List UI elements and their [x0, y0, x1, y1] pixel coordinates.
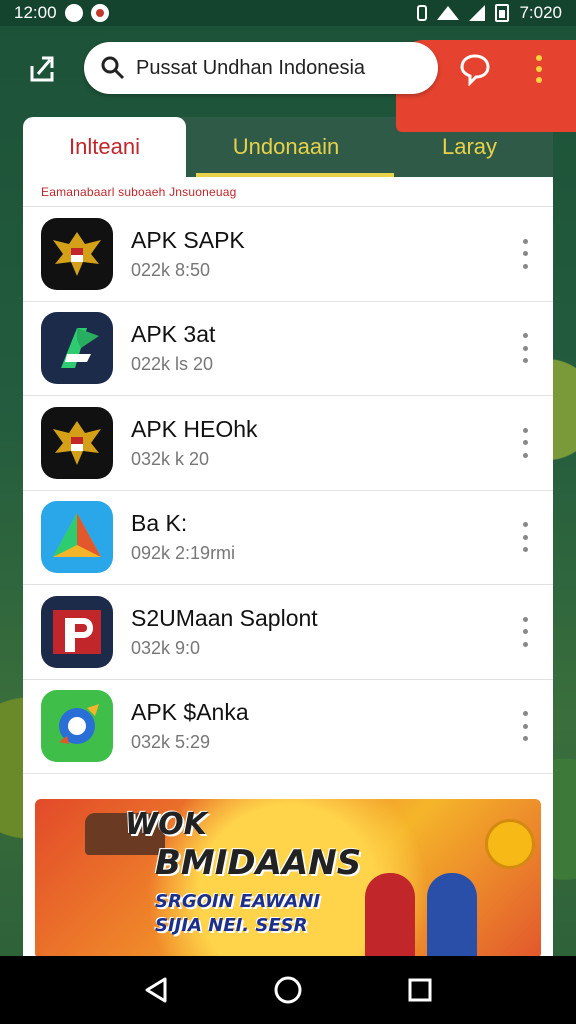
item-more-button[interactable]: [519, 616, 531, 647]
tab-undonaain[interactable]: Undonaain: [186, 117, 394, 177]
rocket-badge-icon: [41, 690, 113, 763]
back-button[interactable]: [141, 975, 171, 1005]
top-app-bar: Pussat Undhan Indonesia: [0, 26, 576, 132]
shield-notification-icon: [64, 4, 83, 22]
app-name: Ba K:: [131, 510, 188, 537]
item-more-button[interactable]: [519, 711, 531, 742]
promo-banner[interactable]: WOK BMIDAANS SRGOIN EAWANI SIJIA NEI. SE…: [35, 799, 541, 959]
app-meta: 032k 9:0: [131, 637, 201, 658]
item-more-button[interactable]: [519, 522, 531, 553]
search-icon: [101, 56, 125, 80]
share-icon: [30, 56, 54, 82]
list-item[interactable]: APK $Anka 032k 5:29: [23, 680, 553, 774]
list-item[interactable]: APK SAPK 022k 8:50: [23, 207, 553, 302]
recents-button[interactable]: [405, 975, 435, 1005]
wifi-icon: [437, 6, 460, 20]
green-a-logo-icon: [41, 312, 113, 385]
list-item[interactable]: APK 3at 022k ls 20: [23, 302, 553, 396]
app-name: APK SAPK: [131, 226, 245, 253]
banner-line-2: BMIDAANS: [155, 843, 362, 883]
app-meta: 022k ls 20: [131, 354, 214, 375]
more-vert-dot: [536, 77, 542, 83]
app-notification-icon: [90, 4, 109, 22]
fruit-illustration: [485, 819, 535, 869]
main-card: Inlteani Undonaain Laray Eamanabaarl sub…: [23, 117, 553, 959]
list-item[interactable]: APK HEOhk 032k k 20: [23, 396, 553, 491]
search-query: Pussat Undhan Indonesia: [136, 56, 366, 79]
battery-icon: [495, 4, 510, 22]
system-nav-bar: [0, 956, 576, 1024]
home-button[interactable]: [273, 975, 303, 1005]
garuda-emblem-icon: [41, 217, 113, 290]
back-triangle-icon: [145, 977, 167, 1003]
app-meta: 022k 8:50: [131, 259, 211, 280]
list-item[interactable]: S2UMaan Saplont 032k 9:0: [23, 585, 553, 680]
chat-button[interactable]: [454, 48, 496, 90]
colorful-triangle-icon: [41, 501, 113, 574]
app-meta: 092k 2:19rmi: [131, 543, 236, 564]
section-heading: Eamanabaarl suboaeh Jnsuoneuag: [23, 177, 553, 207]
item-more-button[interactable]: [519, 238, 531, 269]
item-more-button[interactable]: [519, 427, 531, 458]
app-name: APK $Anka: [131, 699, 249, 726]
share-button[interactable]: [22, 48, 62, 88]
more-vert-dot: [536, 66, 542, 72]
more-vert-icon: [536, 55, 542, 61]
tab-inlteani[interactable]: Inlteani: [23, 117, 186, 177]
app-meta: 032k 5:29: [131, 732, 211, 753]
banner-line-3: SRGOIN EAWANI: [155, 891, 321, 912]
item-more-button[interactable]: [519, 333, 531, 364]
search-bar[interactable]: Pussat Undhan Indonesia: [84, 42, 438, 94]
app-name: APK HEOhk: [131, 415, 258, 442]
app-list: APK SAPK 022k 8:50 APK 3at 022k ls 20 AP…: [23, 207, 553, 774]
home-circle-icon: [274, 976, 302, 1004]
overflow-menu-button[interactable]: [522, 48, 556, 90]
status-clock: 7:020: [519, 3, 562, 22]
app-name: S2UMaan Saplont: [131, 604, 318, 631]
person-illustration: [365, 873, 415, 959]
bluetooth-icon: [417, 5, 428, 21]
app-name: APK 3at: [131, 321, 216, 348]
banner-line-1: WOK: [125, 807, 207, 842]
garuda-emblem-icon: [41, 406, 113, 479]
recents-square-icon: [408, 978, 432, 1002]
banner-line-4: SIJIA NEI. SESR: [155, 915, 308, 936]
status-bar: 12:00 7:020: [0, 0, 576, 26]
status-time: 12:00: [14, 3, 57, 22]
signal-icon: [469, 5, 486, 21]
list-item[interactable]: Ba K: 092k 2:19rmi: [23, 491, 553, 585]
chat-bubble-icon: [460, 54, 490, 86]
person-illustration: [427, 873, 477, 959]
red-p-document-icon: [41, 595, 113, 668]
app-meta: 032k k 20: [131, 448, 210, 469]
